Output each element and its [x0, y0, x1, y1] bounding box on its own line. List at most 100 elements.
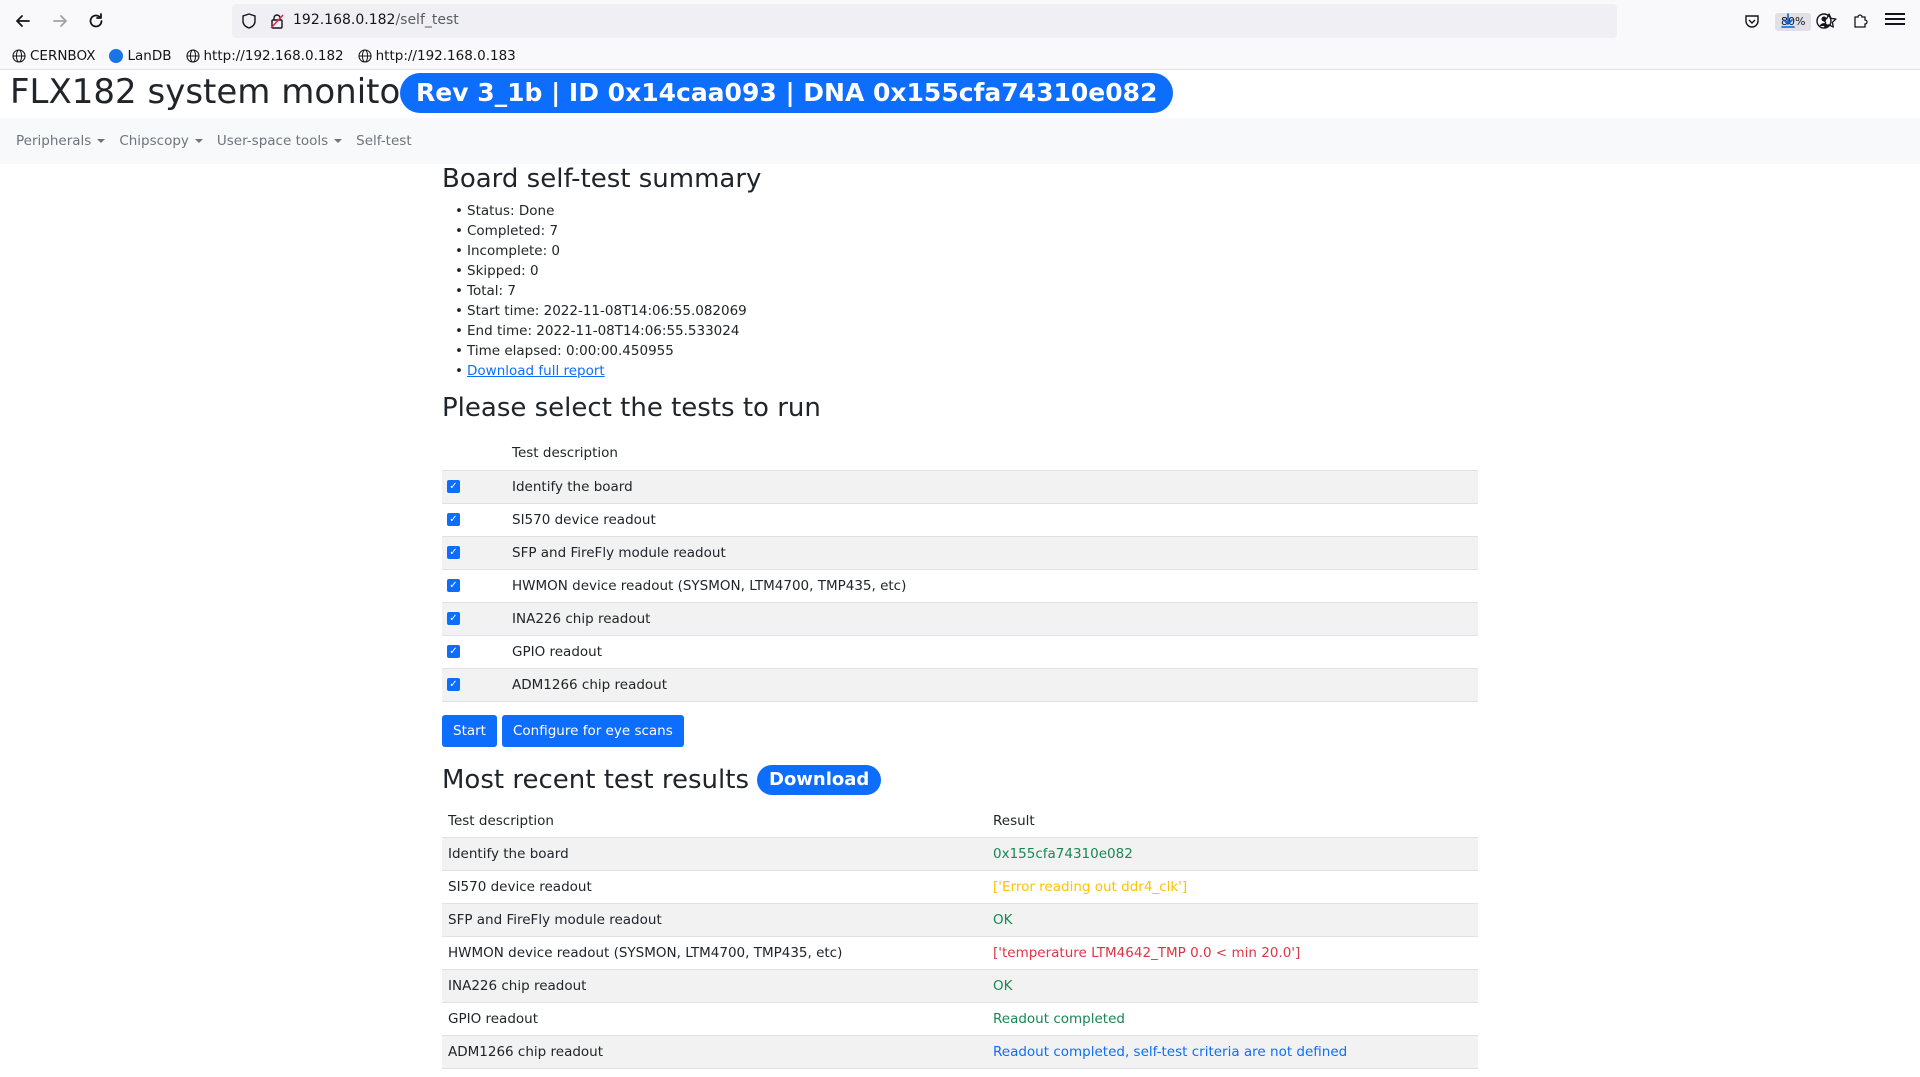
globe-icon	[185, 48, 200, 63]
result-test-name: INA226 chip readout	[442, 969, 987, 1003]
bookmark-183[interactable]: http://192.168.0.183	[358, 48, 516, 64]
summary-report-item: Download full report	[455, 361, 1478, 381]
result-header: Result	[987, 804, 1478, 838]
checkbox-cell: ✓	[442, 503, 504, 537]
checkbox-column-header	[442, 437, 504, 471]
board-info-badge: Rev 3_1b | ID 0x14caa093 | DNA 0x155cfa7…	[400, 73, 1174, 113]
bookmark-label: LanDB	[127, 47, 172, 64]
test-label: HWMON device readout (SYSMON, LTM4700, T…	[504, 569, 1478, 603]
table-header-row: Test description Result	[442, 804, 1478, 838]
test-checkbox[interactable]: ✓	[447, 513, 460, 526]
result-test-name: SFP and FireFly module readout	[442, 903, 987, 937]
checkbox-cell: ✓	[442, 569, 504, 603]
main-navbar: Peripherals Chipscopy User-space tools S…	[0, 118, 1920, 164]
bookmark-label: http://192.168.0.183	[375, 47, 516, 64]
test-label: INA226 chip readout	[504, 602, 1478, 636]
bookmark-182[interactable]: http://192.168.0.182	[185, 48, 344, 64]
url-host: 192.168.0.182	[293, 12, 396, 28]
table-row: ✓ ADM1266 chip readout	[442, 668, 1478, 702]
result-test-name: SI570 device readout	[442, 870, 987, 904]
url-text[interactable]: 192.168.0.182/self_test	[293, 12, 459, 28]
results-title: Most recent test results	[442, 764, 749, 795]
summary-title: Board self-test summary	[442, 164, 762, 194]
result-value: Readout completed	[987, 1002, 1478, 1036]
test-checkbox[interactable]: ✓	[447, 612, 460, 625]
summary-end-time: End time: 2022-11-08T14:06:55.533024	[455, 321, 1478, 341]
configure-eye-scans-button[interactable]: Configure for eye scans	[501, 714, 684, 747]
nav-peripherals[interactable]: Peripherals	[16, 133, 106, 149]
table-row: Identify the board 0x155cfa74310e082	[442, 837, 1478, 871]
result-value: Readout completed, self-test criteria ar…	[987, 1035, 1478, 1069]
test-checkbox[interactable]: ✓	[447, 546, 460, 559]
test-label: SFP and FireFly module readout	[504, 536, 1478, 570]
main-content: Board self-test summary Status: Done Com…	[442, 160, 1478, 1069]
reload-icon[interactable]	[78, 3, 114, 39]
checkbox-cell: ✓	[442, 536, 504, 570]
table-row: GPIO readout Readout completed	[442, 1002, 1478, 1036]
summary-total: Total: 7	[455, 281, 1478, 301]
url-path: /self_test	[395, 12, 459, 28]
forward-arrow-icon[interactable]	[42, 3, 78, 39]
table-row: ✓ GPIO readout	[442, 635, 1478, 669]
bookmark-cernbox[interactable]: CERNBOX	[12, 48, 95, 64]
table-row: ✓ Identify the board	[442, 470, 1478, 504]
tests-table: Test description ✓ Identify the board ✓ …	[442, 437, 1478, 702]
nav-chipscopy[interactable]: Chipscopy	[119, 133, 203, 149]
shield-icon[interactable]	[240, 12, 258, 30]
test-description-header: Test description	[504, 437, 1478, 471]
test-checkbox[interactable]: ✓	[447, 579, 460, 592]
summary-list: Status: Done Completed: 7 Incomplete: 0 …	[442, 201, 1478, 381]
bookmark-landb[interactable]: LanDB	[109, 47, 172, 64]
test-checkbox[interactable]: ✓	[447, 480, 460, 493]
test-checkbox[interactable]: ✓	[447, 645, 460, 658]
table-header-row: Test description	[442, 437, 1478, 471]
result-test-name: GPIO readout	[442, 1002, 987, 1036]
table-row: ✓ INA226 chip readout	[442, 602, 1478, 636]
globe-icon	[358, 48, 372, 63]
address-bar[interactable]: 192.168.0.182/self_test 80%	[232, 4, 1837, 38]
back-arrow-icon[interactable]	[5, 3, 41, 39]
table-row: INA226 chip readout OK	[442, 969, 1478, 1003]
table-row: HWMON device readout (SYSMON, LTM4700, T…	[442, 936, 1478, 970]
caret-down-icon	[97, 139, 106, 143]
result-value: 0x155cfa74310e082	[987, 837, 1478, 871]
result-value: ['Error reading out ddr4_clk']	[987, 870, 1478, 904]
summary-completed: Completed: 7	[455, 221, 1478, 241]
nav-label: Chipscopy	[119, 133, 189, 149]
start-button[interactable]: Start	[442, 714, 497, 747]
table-row: SFP and FireFly module readout OK	[442, 903, 1478, 937]
results-header: Most recent test results Download	[442, 761, 1478, 799]
summary-incomplete: Incomplete: 0	[455, 241, 1478, 261]
result-value: OK	[987, 903, 1478, 937]
download-results-button[interactable]: Download	[757, 764, 882, 795]
extensions-icon[interactable]	[1849, 10, 1871, 32]
checkbox-cell: ✓	[442, 470, 504, 504]
summary-skipped: Skipped: 0	[455, 261, 1478, 281]
pocket-icon[interactable]	[1741, 10, 1763, 32]
page-header: FLX182 system monitor Rev 3_1b | ID 0x14…	[0, 70, 1920, 118]
nav-label: Self-test	[356, 133, 412, 149]
download-full-report-link[interactable]: Download full report	[467, 363, 605, 379]
summary-start-time: Start time: 2022-11-08T14:06:55.082069	[455, 301, 1478, 321]
table-row: ADM1266 chip readout Readout completed, …	[442, 1035, 1478, 1069]
nav-label: Peripherals	[16, 133, 92, 149]
globe-icon	[12, 48, 26, 63]
select-tests-title: Please select the tests to run	[442, 393, 821, 423]
nav-self-test[interactable]: Self-test	[356, 133, 411, 149]
browser-toolbar: 192.168.0.182/self_test 80%	[0, 0, 1920, 42]
bookmarks-toolbar: CERNBOX LanDB http://192.168.0.182 http:…	[0, 42, 1920, 70]
bookmark-label: CERNBOX	[30, 47, 96, 64]
checkbox-cell: ✓	[442, 668, 504, 702]
account-icon[interactable]	[1813, 10, 1835, 32]
test-label: Identify the board	[504, 470, 1478, 504]
caret-down-icon	[334, 139, 343, 143]
test-label: ADM1266 chip readout	[504, 668, 1478, 702]
nav-user-space-tools[interactable]: User-space tools	[217, 133, 343, 149]
downloads-icon[interactable]	[1777, 10, 1799, 32]
checkbox-cell: ✓	[442, 635, 504, 669]
insecure-lock-icon[interactable]	[268, 12, 286, 30]
hamburger-menu-icon[interactable]	[1885, 10, 1905, 30]
checkbox-cell: ✓	[442, 602, 504, 636]
table-row: ✓ SI570 device readout	[442, 503, 1478, 537]
test-checkbox[interactable]: ✓	[447, 678, 460, 691]
